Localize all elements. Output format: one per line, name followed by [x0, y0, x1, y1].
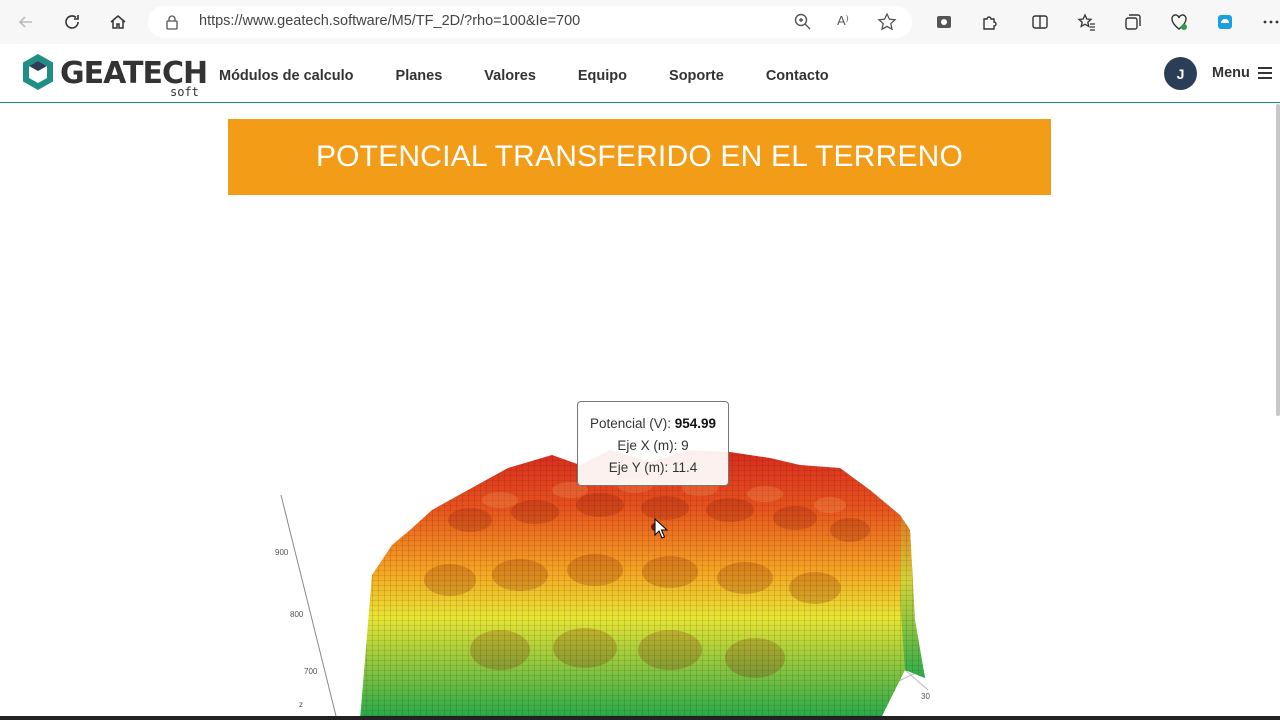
z-tick-900: 900: [275, 548, 289, 557]
split-screen-icon[interactable]: [1028, 10, 1052, 34]
nav-soporte[interactable]: Soporte: [669, 68, 724, 84]
tooltip-potential-value: 954.99: [674, 416, 717, 431]
x-tick-30: 30: [921, 692, 930, 701]
hamburger-icon: [1257, 67, 1272, 79]
user-avatar[interactable]: J: [1164, 57, 1197, 90]
browser-toolbar: https://www.geatech.software/M5/TF_2D/?r…: [0, 0, 1280, 45]
browser-essentials-icon[interactable]: [1167, 10, 1191, 34]
lock-icon[interactable]: [164, 14, 180, 30]
zoom-icon[interactable]: [793, 12, 813, 32]
page-title-banner: POTENCIAL TRANSFERIDO EN EL TERRENO: [228, 119, 1051, 195]
z-axis-line: [280, 494, 337, 717]
home-icon[interactable]: [106, 10, 130, 34]
nav-equipo[interactable]: Equipo: [578, 68, 627, 84]
nav-contacto[interactable]: Contacto: [766, 68, 829, 84]
tooltip-x: Eje X (m): 9: [617, 438, 689, 453]
puzzle-icon[interactable]: [978, 10, 1002, 34]
refresh-icon[interactable]: [60, 10, 84, 34]
z-tick-700: 700: [304, 667, 318, 676]
tooltip-potential: Potencial (V): 954.99: [589, 416, 717, 431]
hover-tooltip: Potencial (V): 954.99 Eje X (m): 9 Eje Y…: [577, 401, 729, 486]
read-aloud-icon[interactable]: A⁾: [837, 13, 849, 29]
z-axis-label: z: [299, 700, 303, 709]
z-tick-800: 800: [290, 610, 304, 619]
url-text[interactable]: https://www.geatech.software/M5/TF_2D/?r…: [199, 13, 580, 29]
back-icon[interactable]: [14, 10, 38, 34]
nav-valores[interactable]: Valores: [484, 68, 536, 84]
menu-button[interactable]: Menu: [1212, 65, 1273, 81]
nav-planes[interactable]: Planes: [396, 68, 443, 84]
menu-label: Menu: [1212, 65, 1250, 81]
hexagon-logo-icon: [23, 54, 53, 90]
main-nav: Módulos de calculo Planes Valores Equipo…: [219, 68, 871, 84]
tooltip-y: Eje Y (m): 11.4: [608, 460, 698, 475]
geatech-logo[interactable]: GEATECH soft: [20, 52, 208, 102]
mouse-cursor-icon: [654, 518, 668, 539]
logo-subtext: soft: [170, 85, 199, 99]
edge-copilot-icon[interactable]: [1213, 10, 1237, 34]
window-bottom-edge: [0, 716, 1280, 720]
collections-icon[interactable]: [1121, 10, 1145, 34]
favorite-star-icon[interactable]: [876, 11, 898, 33]
potential-surface[interactable]: [360, 450, 925, 720]
page-title: POTENCIAL TRANSFERIDO EN EL TERRENO: [315, 140, 964, 173]
more-options-icon[interactable]: [1259, 10, 1280, 34]
favorites-icon[interactable]: [1075, 10, 1099, 34]
site-header: GEATECH soft Módulos de calculo Planes V…: [0, 44, 1280, 103]
address-bar[interactable]: https://www.geatech.software/M5/TF_2D/?r…: [148, 6, 912, 38]
extension-icon[interactable]: [932, 10, 956, 34]
nav-modulos[interactable]: Módulos de calculo: [219, 68, 354, 84]
